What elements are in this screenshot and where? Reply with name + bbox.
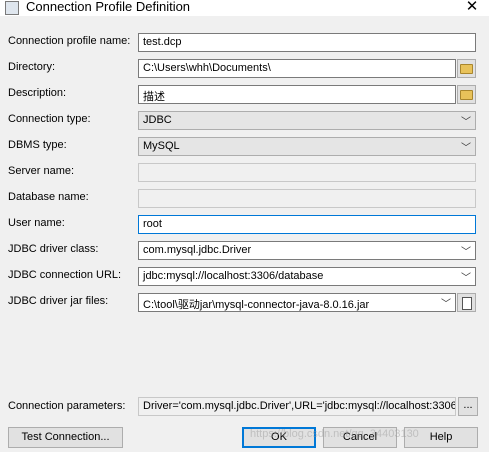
database-name-input[interactable]: [138, 189, 476, 208]
connection-parameters-label: Connection parameters:: [8, 400, 126, 412]
jdbc-driver-class-combo[interactable]: com.mysql.jdbc.Driver ﹀: [138, 241, 476, 260]
app-icon: [5, 1, 19, 15]
directory-input[interactable]: C:\Users\whh\Documents\: [138, 59, 456, 78]
description-label: Description:: [8, 87, 67, 99]
database-name-label: Database name:: [8, 191, 89, 203]
jdbc-driver-class-label: JDBC driver class:: [8, 243, 99, 255]
server-name-input[interactable]: [138, 163, 476, 182]
user-name-input[interactable]: root: [138, 215, 476, 234]
jdbc-connection-url-value: jdbc:mysql://localhost:3306/database: [143, 270, 324, 282]
description-input[interactable]: 描述: [138, 85, 456, 104]
chevron-down-icon: ﹀: [461, 247, 471, 258]
jdbc-driver-jar-value: C:\tool\驱动jar\mysql-connector-java-8.0.1…: [143, 299, 370, 311]
window-title: Connection Profile Definition: [26, 0, 191, 14]
dbms-type-value: MySQL: [143, 140, 180, 152]
jdbc-driver-jar-label: JDBC driver jar files:: [8, 295, 109, 307]
dbms-type-select[interactable]: MySQL ﹀: [138, 137, 476, 156]
test-connection-button[interactable]: Test Connection...: [8, 427, 123, 448]
connection-type-value: JDBC: [143, 114, 172, 126]
edit-description-button[interactable]: [457, 85, 476, 104]
edit-parameters-button[interactable]: ...: [458, 397, 478, 416]
title-bar: Connection Profile Definition ✕: [0, 0, 489, 16]
user-name-label: User name:: [8, 217, 65, 229]
folder-icon: [460, 90, 473, 100]
profile-name-input[interactable]: test.dcp: [138, 33, 476, 52]
connection-type-label: Connection type:: [8, 113, 91, 125]
folder-icon: [460, 64, 473, 74]
browse-folder-button[interactable]: [457, 59, 476, 78]
jdbc-driver-jar-combo[interactable]: C:\tool\驱动jar\mysql-connector-java-8.0.1…: [138, 293, 456, 312]
chevron-down-icon: ﹀: [441, 299, 451, 310]
document-icon: [461, 297, 472, 310]
watermark-text: https://blog.csdn.net/qq_34403130: [250, 428, 419, 440]
connection-type-select[interactable]: JDBC ﹀: [138, 111, 476, 130]
chevron-down-icon: ﹀: [461, 143, 471, 154]
chevron-down-icon: ﹀: [461, 117, 471, 128]
chevron-down-icon: ﹀: [461, 273, 471, 284]
jdbc-driver-class-value: com.mysql.jdbc.Driver: [143, 244, 252, 256]
server-name-label: Server name:: [8, 165, 75, 177]
dbms-type-label: DBMS type:: [8, 139, 67, 151]
profile-name-label: Connection profile name:: [8, 35, 131, 47]
close-button[interactable]: ✕: [455, 0, 489, 16]
connection-parameters-field[interactable]: Driver='com.mysql.jdbc.Driver',URL='jdbc…: [138, 397, 456, 416]
jdbc-connection-url-label: JDBC connection URL:: [8, 269, 122, 281]
jdbc-connection-url-combo[interactable]: jdbc:mysql://localhost:3306/database ﹀: [138, 267, 476, 286]
directory-label: Directory:: [8, 61, 56, 73]
browse-jar-button[interactable]: [457, 293, 476, 312]
